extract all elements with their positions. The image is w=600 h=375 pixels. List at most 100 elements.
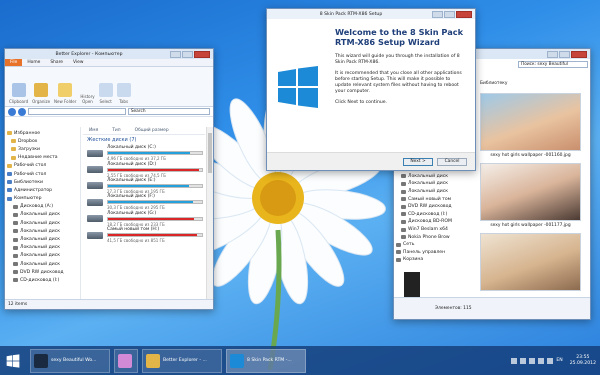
drive-item[interactable]: Локальный диск (E:) 27,3 ГБ свободно из 1… — [83, 178, 205, 194]
tab-file[interactable]: File — [5, 59, 23, 66]
drive-info: Локальный диск (F:) 30,3 ГБ свободно из 2… — [107, 194, 203, 210]
cancel-button[interactable]: Cancel — [437, 157, 467, 166]
tree-item[interactable]: Nokia Phone Brow — [396, 233, 468, 241]
drive-item[interactable]: Локальный диск (C:) 4,96 ГБ свободно из 3… — [83, 145, 205, 161]
image-thumbnail[interactable]: sexy hot girls wallpaper -001160.jpg — [480, 93, 581, 158]
ribbon-group-organize[interactable]: Organize — [32, 83, 50, 104]
drive-item[interactable]: Локальный диск (G:) 18,2 ГБ свободно из 2… — [83, 211, 205, 227]
tree-item[interactable]: Компьютер — [7, 195, 78, 203]
tab-view[interactable]: View — [68, 59, 88, 66]
minimize-button[interactable] — [170, 50, 181, 58]
folder-icon — [146, 353, 160, 368]
tree-item[interactable]: Локальный диск — [7, 260, 78, 268]
close-button[interactable] — [194, 50, 210, 58]
tree-item[interactable]: Локальный диск — [7, 227, 78, 235]
tree-item[interactable]: Dropbox — [7, 137, 78, 145]
drive-item[interactable]: Локальный диск (D:) 2,55 ГБ свободно из 7… — [83, 161, 205, 178]
tree-label: DVD RW дисковод — [408, 204, 452, 210]
maximize-button[interactable] — [559, 50, 570, 58]
tree-icon — [11, 139, 16, 144]
network-icon[interactable] — [538, 357, 545, 364]
image-thumbnail[interactable] — [480, 233, 581, 291]
language-indicator[interactable]: EN — [556, 358, 562, 363]
setup-titlebar[interactable]: 8 Skin Pack RTM-X86 Setup — [267, 9, 475, 19]
tree-item[interactable]: CD-дисковод (I:) — [396, 211, 468, 219]
image-thumbnail[interactable]: sexy hot girls wallpaper -001177.jpg — [480, 163, 581, 228]
volume-icon[interactable] — [547, 357, 554, 364]
explorer-window: Better Explorer - Компьютер File Home Sh… — [4, 48, 214, 310]
clock[interactable]: 23:55 25.09.2012 — [570, 355, 596, 367]
ribbon-tabs: File Home Share View — [5, 59, 213, 67]
back-button[interactable] — [8, 107, 16, 116]
tree-item[interactable]: Локальный диск — [7, 219, 78, 227]
tree-label: Панель управлен — [403, 249, 446, 255]
tree-item[interactable]: Локальный диск — [396, 173, 468, 181]
tab-share[interactable]: Share — [45, 59, 68, 66]
tree-item[interactable]: Администратор — [7, 186, 78, 194]
tree-label: Локальный диск — [408, 173, 449, 179]
tree-item[interactable]: Локальный диск — [7, 235, 78, 243]
scroll-thumb[interactable] — [208, 133, 212, 173]
taskbar-item-viewer[interactable]: sexy Beautiful Wo... — [30, 348, 110, 373]
close-button[interactable] — [456, 10, 472, 18]
tray-icon[interactable] — [511, 357, 518, 364]
tree-item[interactable]: Библиотеки — [7, 178, 78, 186]
tree-item[interactable]: Win7 Beslam x64 — [396, 226, 468, 234]
minimize-button[interactable] — [547, 50, 558, 58]
viewer-search-input[interactable]: Поиск: sexy Beautiful — [518, 60, 588, 68]
tree-item[interactable]: Дисковод (A:) — [7, 203, 78, 211]
start-button[interactable] — [0, 348, 26, 374]
tab-home[interactable]: Home — [22, 59, 45, 66]
tree-item[interactable]: Панель управлен — [396, 249, 468, 257]
ribbon-group-clipboard[interactable]: Clipboard — [9, 83, 28, 104]
tree-item[interactable]: Локальный диск — [7, 244, 78, 252]
tree-item[interactable]: Сеть — [396, 241, 468, 249]
tray-icon[interactable] — [529, 357, 536, 364]
minimize-button[interactable] — [432, 10, 443, 18]
drive-name: Локальный диск (F:) — [107, 194, 155, 200]
path-box[interactable] — [28, 108, 126, 115]
hard-drive-icon — [87, 166, 103, 174]
column-size[interactable]: Общий размер — [135, 128, 169, 133]
tree-item[interactable]: DVD RW дисковод — [396, 203, 468, 211]
tree-item[interactable]: Рабочий стол — [7, 170, 78, 178]
select-button[interactable]: Select — [98, 83, 113, 104]
taskbar-item-explorer[interactable]: Better Explorer - ... — [142, 348, 222, 373]
group-header[interactable]: Жесткие диски (7) — [83, 135, 205, 145]
tree-item[interactable]: Самый новый том — [396, 195, 468, 203]
new-folder-button[interactable]: New Folder — [54, 83, 76, 104]
drive-item[interactable]: Самый новый том (H:) 41,5 ГБ свободно из … — [83, 227, 205, 243]
column-name[interactable]: Имя — [89, 128, 98, 133]
explorer-titlebar[interactable]: Better Explorer - Компьютер — [5, 49, 213, 59]
close-button[interactable] — [571, 50, 587, 58]
status-text: 12 items — [8, 302, 28, 307]
tree-item[interactable]: Загрузки — [7, 145, 78, 153]
tree-item[interactable]: Рабочий стол — [7, 162, 78, 170]
tree-item[interactable]: DVD RW дисковод — [7, 268, 78, 276]
search-input[interactable]: Search — [127, 108, 210, 115]
taskbar-item-setup[interactable]: 8 Skin Pack RTM -... — [226, 348, 306, 373]
tree-item[interactable]: Локальный диск — [396, 180, 468, 188]
next-button[interactable]: Next > — [403, 157, 433, 166]
tray-icon[interactable] — [520, 357, 527, 364]
tree-item[interactable]: Локальный диск — [396, 188, 468, 196]
scrollbar[interactable] — [206, 127, 213, 299]
column-type[interactable]: Тип — [112, 128, 120, 133]
taskbar-item-app[interactable] — [114, 348, 138, 373]
maximize-button[interactable] — [444, 10, 455, 18]
tree-item[interactable]: CD-дисковод (I:) — [7, 276, 78, 284]
tree-item[interactable]: Недавние места — [7, 154, 78, 162]
forward-button[interactable] — [18, 107, 26, 116]
tree-label: Локальный диск — [20, 220, 61, 226]
app-icon — [34, 353, 48, 368]
maximize-button[interactable] — [182, 50, 193, 58]
tree-item[interactable]: Избранное — [7, 129, 78, 137]
drive-item[interactable]: Локальный диск (F:) 30,3 ГБ свободно из 2… — [83, 194, 205, 210]
tree-icon — [13, 262, 18, 267]
tabs-button[interactable]: Tabs — [116, 83, 131, 104]
ribbon-group-open[interactable]: History Open — [80, 94, 94, 104]
tree-item[interactable]: Локальный диск — [7, 211, 78, 219]
tree-item[interactable]: Локальный диск — [7, 252, 78, 260]
tree-item[interactable]: Дисковод BD-ROM — [396, 218, 468, 226]
tree-item[interactable]: Корзина — [396, 256, 468, 264]
